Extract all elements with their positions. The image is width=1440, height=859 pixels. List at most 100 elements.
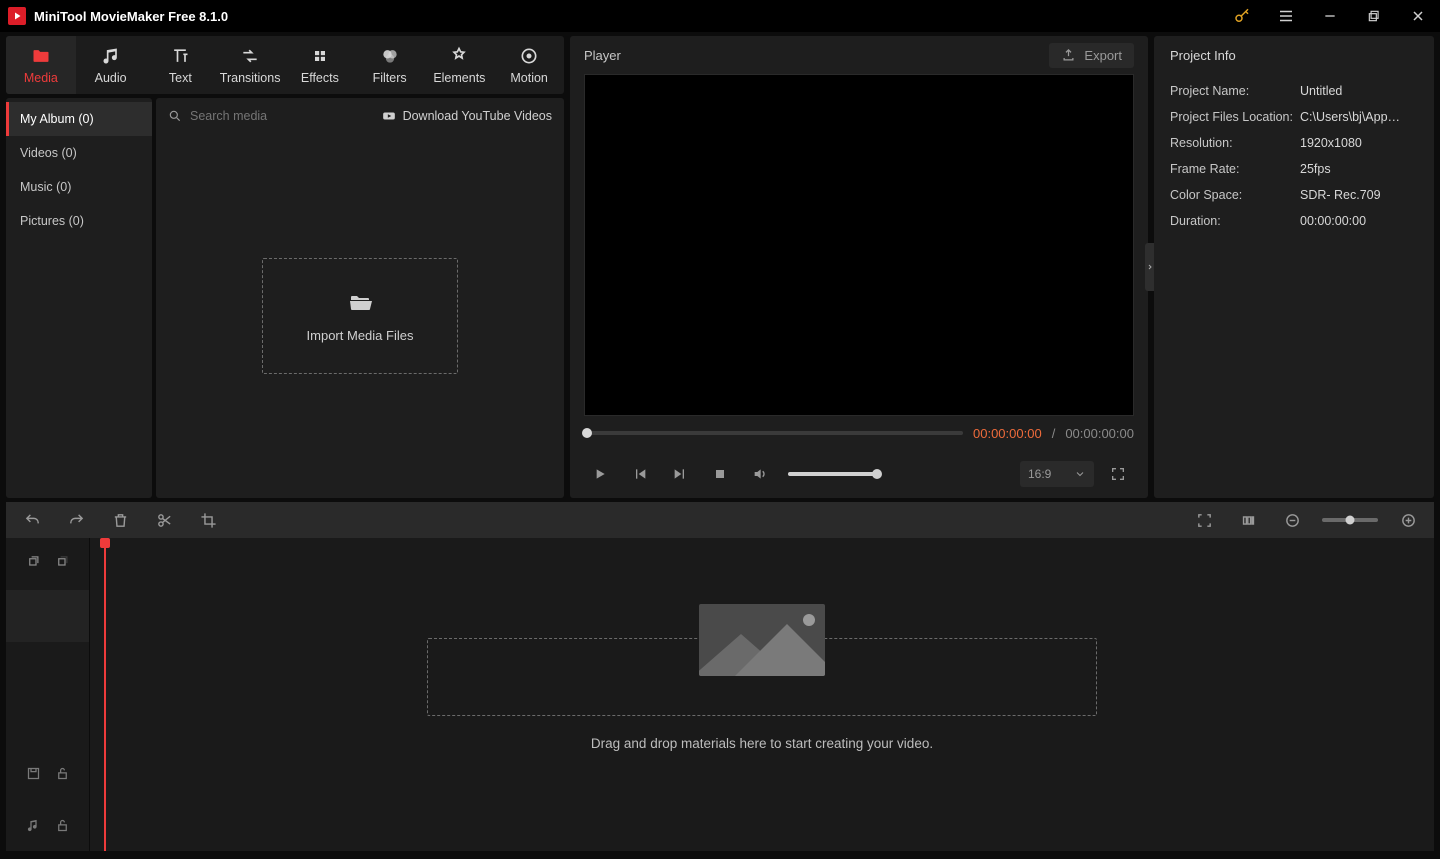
music-note-icon bbox=[26, 818, 41, 833]
timeline-hint: Drag and drop materials here to start cr… bbox=[90, 736, 1434, 751]
volume-slider[interactable] bbox=[788, 472, 878, 476]
prev-frame-icon bbox=[632, 466, 648, 482]
player-panel: Player Export 00:00:00:00 / 00:00:00:00 bbox=[570, 36, 1148, 498]
track-area[interactable]: Drag and drop materials here to start cr… bbox=[90, 538, 1434, 851]
redo-button[interactable] bbox=[62, 506, 90, 534]
main-tabs: Media Audio Text Transitions Effects Fil… bbox=[6, 36, 564, 94]
add-track-button[interactable] bbox=[26, 555, 41, 573]
track-video-header[interactable] bbox=[6, 747, 89, 799]
tab-transitions[interactable]: Transitions bbox=[215, 36, 285, 94]
album-videos[interactable]: Videos (0) bbox=[6, 136, 152, 170]
redo-icon bbox=[68, 512, 85, 529]
play-button[interactable] bbox=[584, 458, 616, 490]
stop-button[interactable] bbox=[704, 458, 736, 490]
tab-filters[interactable]: Filters bbox=[355, 36, 425, 94]
window-controls bbox=[1220, 0, 1440, 32]
info-row-location: Project Files Location:C:\Users\bj\App… bbox=[1170, 104, 1418, 130]
project-info-list: Project Name:Untitled Project Files Loca… bbox=[1154, 74, 1434, 238]
tab-text[interactable]: Text bbox=[146, 36, 216, 94]
tab-motion-label: Motion bbox=[510, 71, 548, 85]
unlock-icon bbox=[55, 818, 70, 833]
zoom-in-button[interactable] bbox=[1394, 506, 1422, 534]
player-canvas[interactable] bbox=[584, 74, 1134, 416]
search-media[interactable] bbox=[168, 109, 373, 123]
import-media-label: Import Media Files bbox=[307, 328, 414, 343]
zoom-out-button[interactable] bbox=[1278, 506, 1306, 534]
tab-text-label: Text bbox=[169, 71, 192, 85]
aspect-ratio-value: 16:9 bbox=[1028, 467, 1051, 481]
tab-audio[interactable]: Audio bbox=[76, 36, 146, 94]
track-headers bbox=[6, 538, 90, 851]
tab-transitions-label: Transitions bbox=[220, 71, 281, 85]
youtube-icon bbox=[381, 109, 397, 123]
left-panel: Media Audio Text Transitions Effects Fil… bbox=[6, 36, 564, 498]
transitions-icon bbox=[240, 46, 260, 66]
download-youtube-label: Download YouTube Videos bbox=[403, 109, 552, 123]
plus-icon bbox=[1400, 512, 1417, 529]
album-pictures[interactable]: Pictures (0) bbox=[6, 204, 152, 238]
track-audio-header[interactable] bbox=[6, 799, 89, 851]
volume-button[interactable] bbox=[744, 458, 776, 490]
zoom-to-fit-button[interactable] bbox=[1234, 506, 1262, 534]
search-icon bbox=[168, 109, 182, 123]
import-media-button[interactable]: Import Media Files bbox=[262, 258, 458, 374]
zoom-fit-icon bbox=[1240, 512, 1257, 529]
fit-view-button[interactable] bbox=[1190, 506, 1218, 534]
prev-frame-button[interactable] bbox=[624, 458, 656, 490]
maximize-icon bbox=[1367, 9, 1381, 23]
play-icon bbox=[592, 466, 608, 482]
export-icon bbox=[1061, 48, 1076, 63]
placeholder-image-icon bbox=[699, 604, 825, 676]
music-icon bbox=[101, 46, 121, 66]
tab-elements[interactable]: Elements bbox=[425, 36, 495, 94]
crop-icon bbox=[200, 512, 217, 529]
tab-media[interactable]: Media bbox=[6, 36, 76, 94]
close-button[interactable] bbox=[1396, 0, 1440, 32]
track-text-header[interactable] bbox=[6, 590, 89, 642]
layer-add-icon bbox=[26, 555, 41, 570]
trash-icon bbox=[112, 512, 129, 529]
layer-remove-icon bbox=[55, 555, 70, 570]
close-icon bbox=[1410, 8, 1426, 24]
scrub-slider[interactable] bbox=[584, 431, 963, 435]
aspect-ratio-select[interactable]: 16:9 bbox=[1020, 461, 1094, 487]
maximize-button[interactable] bbox=[1352, 0, 1396, 32]
minimize-button[interactable] bbox=[1308, 0, 1352, 32]
undo-button[interactable] bbox=[18, 506, 46, 534]
search-input[interactable] bbox=[190, 109, 351, 123]
album-my-album[interactable]: My Album (0) bbox=[6, 102, 152, 136]
track-header-spacer bbox=[6, 538, 89, 590]
export-label: Export bbox=[1084, 48, 1122, 63]
album-sidebar: My Album (0) Videos (0) Music (0) Pictur… bbox=[6, 98, 152, 498]
time-separator: / bbox=[1052, 426, 1056, 441]
project-info-panel: Project Info Project Name:Untitled Proje… bbox=[1154, 36, 1434, 498]
info-collapse-handle[interactable] bbox=[1145, 243, 1154, 291]
download-youtube-link[interactable]: Download YouTube Videos bbox=[381, 109, 552, 123]
chevron-down-icon bbox=[1074, 468, 1086, 480]
scrub-thumb[interactable] bbox=[582, 428, 592, 438]
hamburger-menu-button[interactable] bbox=[1264, 0, 1308, 32]
remove-track-button[interactable] bbox=[55, 555, 70, 573]
tab-effects[interactable]: Effects bbox=[285, 36, 355, 94]
zoom-slider[interactable] bbox=[1322, 518, 1378, 522]
album-music[interactable]: Music (0) bbox=[6, 170, 152, 204]
split-button[interactable] bbox=[150, 506, 178, 534]
volume-icon bbox=[752, 466, 768, 482]
playhead[interactable] bbox=[104, 538, 106, 851]
info-row-framerate: Frame Rate:25fps bbox=[1170, 156, 1418, 182]
undo-icon bbox=[24, 512, 41, 529]
info-row-resolution: Resolution:1920x1080 bbox=[1170, 130, 1418, 156]
tab-motion[interactable]: Motion bbox=[494, 36, 564, 94]
upgrade-key-button[interactable] bbox=[1220, 0, 1264, 32]
fullscreen-button[interactable] bbox=[1102, 458, 1134, 490]
crop-button[interactable] bbox=[194, 506, 222, 534]
current-time: 00:00:00:00 bbox=[973, 426, 1042, 441]
next-frame-button[interactable] bbox=[664, 458, 696, 490]
text-icon bbox=[170, 46, 190, 66]
minimize-icon bbox=[1322, 8, 1338, 24]
delete-button[interactable] bbox=[106, 506, 134, 534]
stop-icon bbox=[712, 466, 728, 482]
project-info-header: Project Info bbox=[1154, 36, 1434, 74]
player-title: Player bbox=[584, 48, 621, 63]
export-button[interactable]: Export bbox=[1049, 43, 1134, 68]
